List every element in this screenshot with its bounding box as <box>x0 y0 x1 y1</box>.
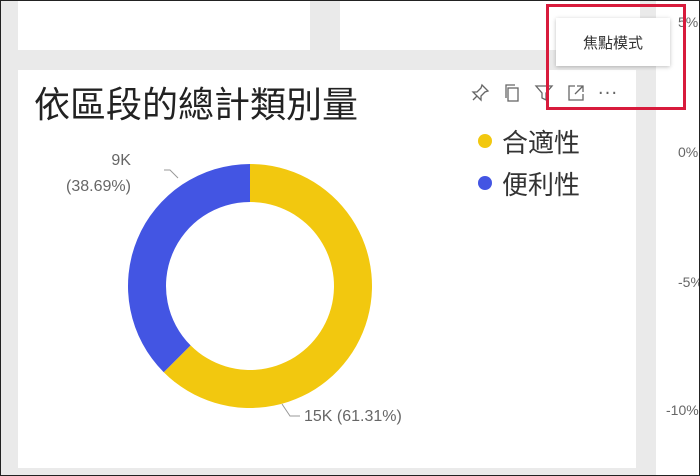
right-axis-label: -10% <box>666 402 699 418</box>
data-label: 9K (38.69%) <box>66 148 131 200</box>
donut-chart-visual[interactable]: 依區段的總計類別量 ··· 合適性 便利性 15K (61.31%) 9K (38… <box>18 70 636 468</box>
right-axis-label: -5% <box>678 274 700 290</box>
data-label-line: 9K <box>111 152 131 169</box>
data-label-line: (38.69%) <box>66 178 131 195</box>
donut-slice-convenience[interactable] <box>128 164 250 373</box>
right-axis-label: 0% <box>678 144 699 160</box>
top-left-tile <box>18 0 310 50</box>
highlight-box <box>546 4 686 110</box>
leader-line <box>164 169 179 179</box>
leader-line <box>281 403 300 417</box>
data-label: 15K (61.31%) <box>304 408 402 425</box>
